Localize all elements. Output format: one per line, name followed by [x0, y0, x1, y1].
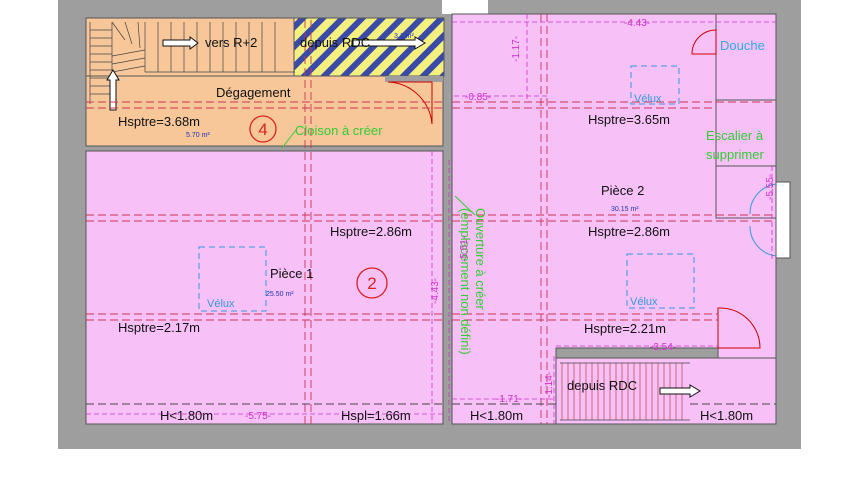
- ouverture-note-1: Ouverture à créer: [473, 208, 488, 311]
- piece2-h-low-left: H<1.80m: [470, 408, 523, 423]
- degagement-wall-stub: [385, 76, 443, 82]
- dim-vertical-443: -4.43-: [430, 278, 441, 304]
- stair-from-below-label: depuis RDC: [300, 35, 370, 50]
- stair-hatch-area: 3.1 m²: [394, 33, 415, 40]
- piece1-h-bottom: Hsptre=2.17m: [118, 320, 200, 335]
- degagement-area: 5.70 m²: [186, 132, 210, 139]
- floor-plan: vers R+2 depuis RDC 3.1 m² Dégagement Hs…: [58, 0, 801, 449]
- piece1-velux: Vélux: [207, 298, 235, 310]
- dim-vertical-117: -1.17-: [511, 36, 522, 62]
- piece2-velux-top: Vélux: [634, 93, 662, 105]
- douche-label: Douche: [720, 38, 765, 53]
- lower-stair-label: depuis RDC: [567, 378, 637, 393]
- piece2-h-mid: Hsptre=2.86m: [588, 224, 670, 239]
- piece1-room: [85, 150, 444, 425]
- dim-right-555: -5.55-: [765, 174, 776, 200]
- degagement-name: Dégagement: [216, 85, 291, 100]
- ouverture-note-2: (emplacement non défini): [458, 208, 473, 355]
- piece1-h-top: Hsptre=2.86m: [330, 224, 412, 239]
- dim-left-inset: -0.85-: [465, 92, 491, 103]
- piece2-area: 30.15 m²: [611, 206, 639, 213]
- dim-vertical-551: -5.51-: [459, 236, 470, 262]
- dim-top-width: -4.43-: [624, 18, 650, 29]
- piece1-area: 25.50 m²: [266, 291, 294, 298]
- escalier-note-1: Escalier à: [706, 128, 764, 143]
- dim-bottom-354: -3.54-: [650, 342, 676, 353]
- dim-vertical-114: -1.14-: [544, 372, 555, 398]
- escalier-note-2: supprimer: [706, 147, 764, 162]
- piece1-name: Pièce 1: [270, 266, 313, 281]
- gap-top: [442, 0, 488, 14]
- piece2-h-low-right: H<1.80m: [700, 408, 753, 423]
- douche-zone: [715, 13, 777, 101]
- piece2-h-bottom: Hsptre=2.21m: [584, 321, 666, 336]
- piece1-number: 2: [367, 274, 376, 293]
- stair-up-label: vers R+2: [205, 35, 257, 50]
- piece2-velux-bottom: Vélux: [630, 296, 658, 308]
- right-window: [775, 181, 791, 259]
- degagement-height: Hsptre=3.68m: [118, 114, 200, 129]
- dim-bottom-171: -1.71-: [496, 394, 522, 405]
- piece1-width-dim: -5.75-: [245, 411, 271, 422]
- piece1-h-low: H<1.80m: [160, 408, 213, 423]
- cloison-note: Cloison à créer: [295, 123, 383, 138]
- degagement-number: 4: [258, 120, 267, 139]
- piece2-h-top: Hsptre=3.65m: [588, 112, 670, 127]
- piece1-hspl: Hspl=1.66m: [341, 408, 411, 423]
- piece2-name: Pièce 2: [601, 183, 644, 198]
